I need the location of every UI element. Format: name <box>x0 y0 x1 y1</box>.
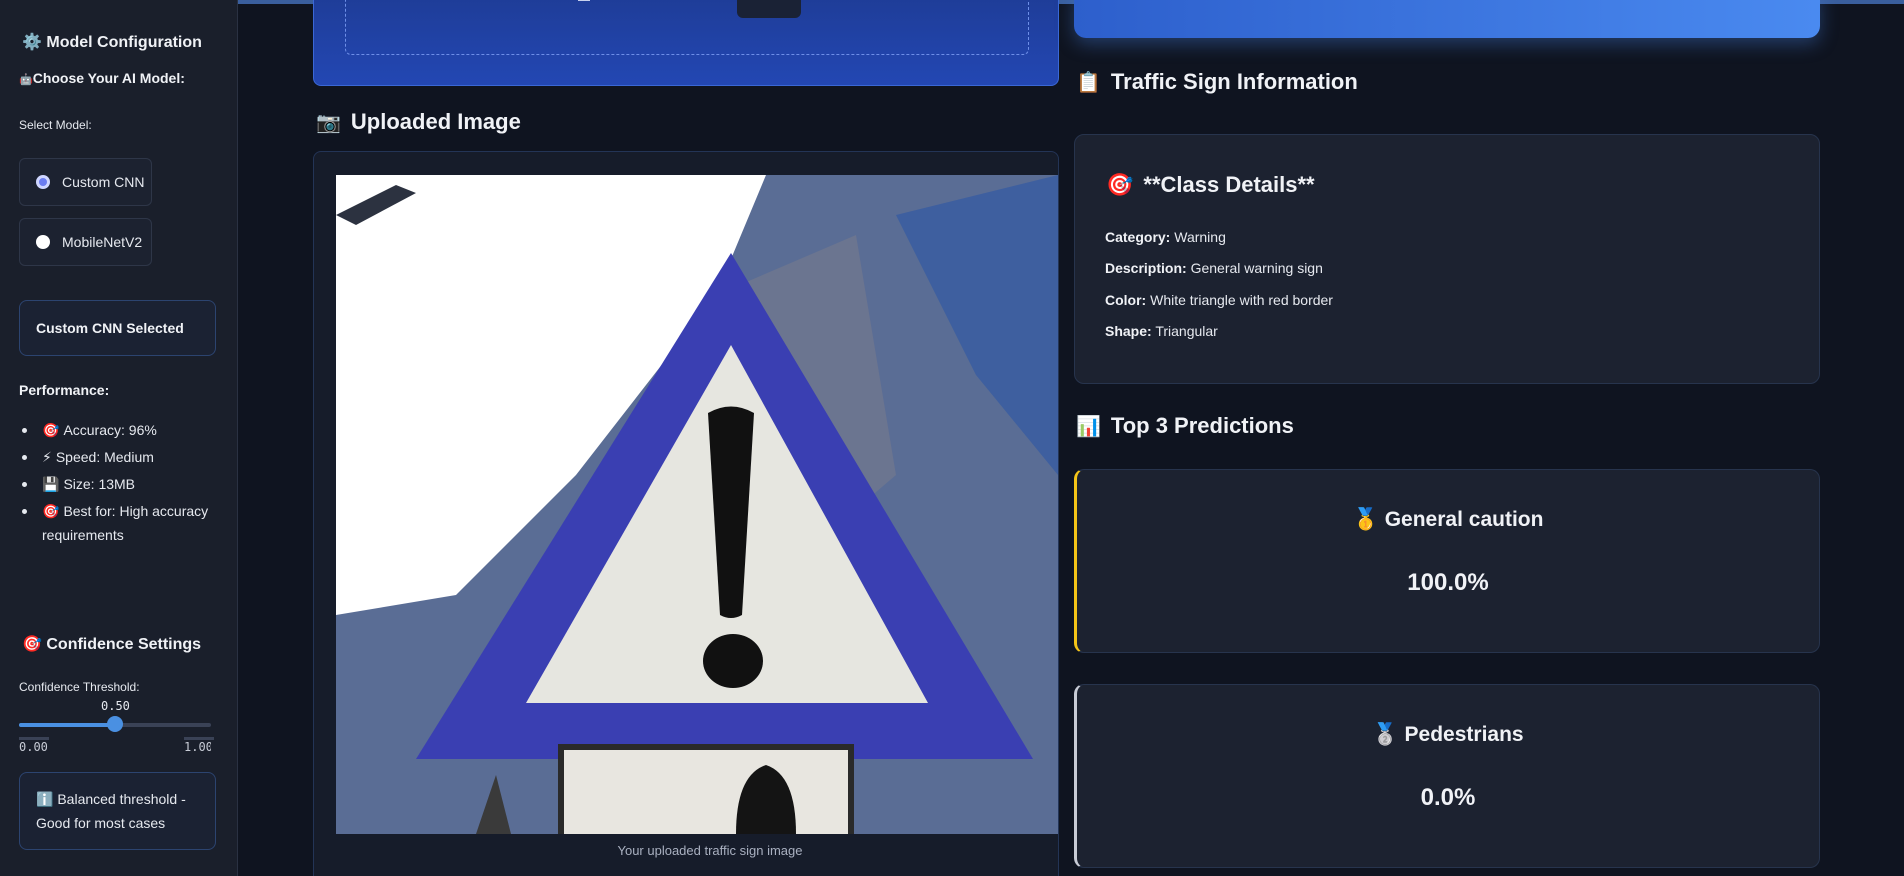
sidebar-title: ⚙️ Model Configuration <box>22 32 202 52</box>
threshold-max: 1.00 <box>184 740 211 754</box>
list-item: 💾 Size: 13MB <box>22 472 222 496</box>
detail-color: Color: White triangle with red border <box>1105 292 1333 308</box>
gold-medal-icon: 🥇 <box>1352 508 1379 531</box>
threshold-slider-handle[interactable] <box>107 716 123 732</box>
detail-description: Description: General warning sign <box>1105 260 1323 276</box>
radio-label: MobileNetV2 <box>62 234 143 250</box>
bar-chart-icon: 📊 <box>1076 415 1101 438</box>
file-upload-dropzone[interactable] <box>313 0 1059 86</box>
performance-heading: Performance: <box>19 382 110 398</box>
top-predictions-heading: 📊 Top 3 Predictions <box>1076 413 1294 438</box>
sidebar: ⚙️ Model Configuration 🤖Choose Your AI M… <box>0 0 238 876</box>
upload-icon <box>578 0 590 1</box>
prediction-card-2: 🥈 Pedestrians 0.0% <box>1074 684 1820 868</box>
sidebar-title-text: Model Configuration <box>46 34 202 51</box>
list-item: 🎯 Accuracy: 96% <box>22 418 222 442</box>
traffic-sign-illustration <box>336 175 1058 834</box>
target-icon: 🎯 <box>22 636 42 653</box>
uploaded-traffic-sign-image <box>336 175 1058 834</box>
threshold-label: Confidence Threshold: <box>19 680 140 694</box>
target-icon: 🎯 <box>42 503 60 519</box>
performance-list: 🎯 Accuracy: 96% ⚡ Speed: Medium 💾 Size: 13M… <box>22 418 222 550</box>
confidence-heading: 🎯 Confidence Settings <box>22 636 202 653</box>
threshold-info-box: ℹ️ Balanced threshold - Good for most ca… <box>19 772 216 850</box>
radio-custom-cnn[interactable]: Custom CNN <box>19 158 152 206</box>
prediction-card-1: 🥇 General caution 100.0% <box>1074 469 1820 653</box>
prediction-confidence: 100.0% <box>1407 569 1489 596</box>
gear-icon: ⚙️ <box>22 34 42 51</box>
app-root: ⚙️ Model Configuration 🤖Choose Your AI M… <box>0 0 1904 876</box>
prediction-name: 🥇 General caution <box>1352 508 1544 531</box>
clipboard-icon: 📋 <box>1076 71 1101 94</box>
radio-selected-icon[interactable] <box>36 175 50 189</box>
target-icon: 🎯 <box>42 422 60 438</box>
list-item: ⚡ Speed: Medium <box>22 445 222 469</box>
traffic-sign-info-heading: 📋 Traffic Sign Information <box>1076 69 1358 94</box>
browse-files-button[interactable] <box>737 0 801 18</box>
threshold-slider-fill <box>19 723 115 727</box>
list-item: 🎯 Best for: High accuracy requirements <box>22 499 222 547</box>
select-model-label: Select Model: <box>19 118 92 132</box>
target-icon: 🎯 <box>1106 172 1134 197</box>
lightning-icon: ⚡ <box>42 449 52 465</box>
detail-shape: Shape: Triangular <box>1105 323 1218 339</box>
robot-icon: 🤖 <box>19 74 33 86</box>
radio-mobilenetv2[interactable]: MobileNetV2 <box>19 218 152 266</box>
prediction-name: 🥈 Pedestrians <box>1372 723 1524 746</box>
dropzone-border[interactable] <box>345 0 1029 55</box>
class-details-title: 🎯 **Class Details** <box>1106 172 1315 197</box>
threshold-value: 0.50 <box>101 699 130 713</box>
threshold-min: 0.00 <box>19 740 48 754</box>
uploaded-image-heading: 📷 Uploaded Image <box>316 109 521 134</box>
info-icon: ℹ️ <box>36 791 54 807</box>
radio-label: Custom CNN <box>62 174 145 190</box>
floppy-disk-icon: 💾 <box>42 476 60 492</box>
classify-button[interactable] <box>1074 0 1820 38</box>
prediction-confidence: 0.0% <box>1420 784 1476 811</box>
camera-icon: 📷 <box>316 111 341 134</box>
selected-model-banner: Custom CNN Selected <box>19 300 216 356</box>
radio-unselected-icon[interactable] <box>36 235 50 249</box>
image-caption: Your uploaded traffic sign image <box>617 843 803 858</box>
model-choice-heading: 🤖Choose Your AI Model: <box>19 70 185 86</box>
detail-category: Category: Warning <box>1105 229 1226 245</box>
silver-medal-icon: 🥈 <box>1372 723 1399 746</box>
